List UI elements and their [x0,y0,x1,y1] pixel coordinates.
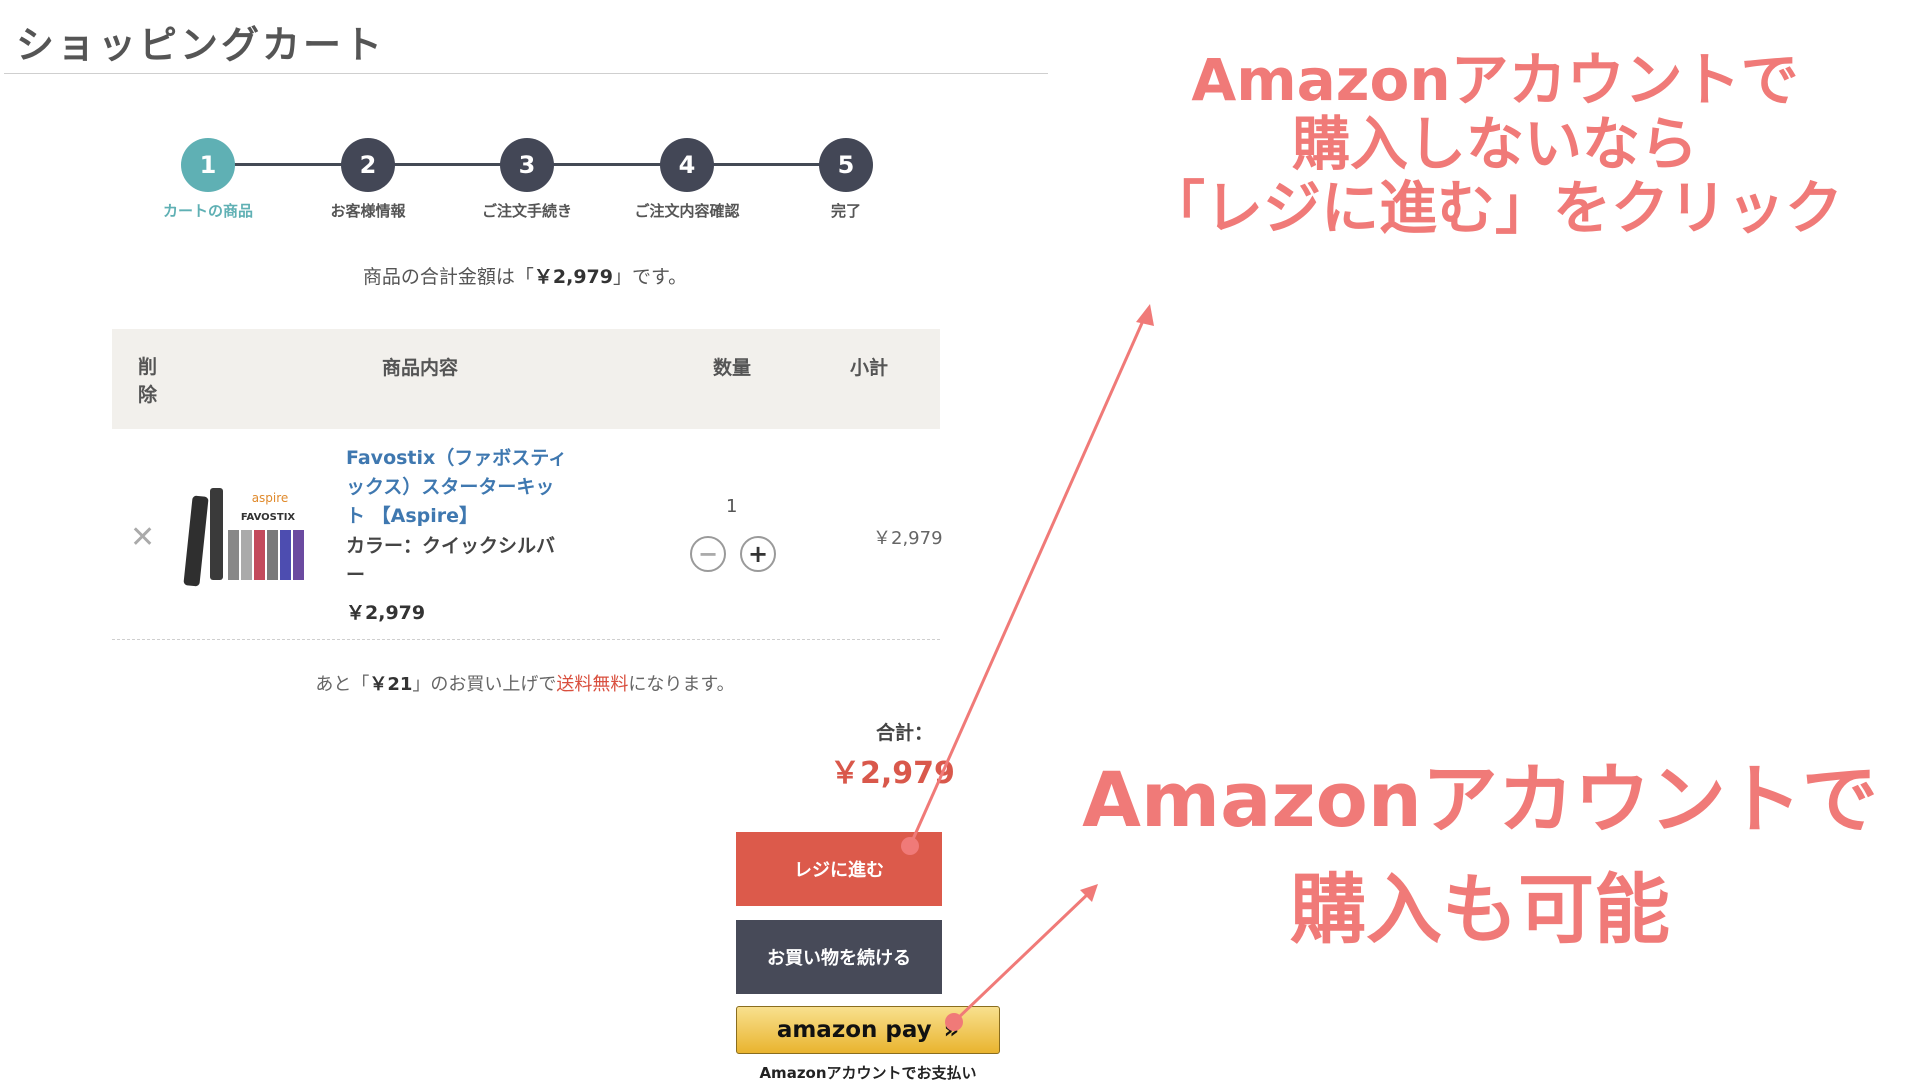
annotation-bottom-line-2: 購入も可能 [1290,865,1670,954]
step-2-circle: 2 [341,138,395,192]
column-header-subtotal: 小計 [850,357,889,379]
product-option: カラー：クイックシルバー [346,535,556,586]
annotation-top-line-2: 購入しないなら [1291,110,1698,178]
checkout-button[interactable]: レジに進む [736,832,942,906]
line-subtotal: ￥2,979 [873,528,943,549]
step-2-label: お客様情報 [330,202,406,220]
product-image[interactable]: aspire FAVOSTIX [182,478,312,590]
total-label: 合計： [876,722,934,744]
quantity-increase-button[interactable]: + [740,536,776,572]
annotation-top-line-3: 「レジに進む」をクリック [1146,174,1843,242]
remove-item-icon[interactable]: ✕ [130,520,155,555]
amazon-pay-button[interactable]: amazon pay » [736,1006,1000,1054]
product-price: ￥2,979 [346,602,426,624]
shipping-prefix: あと「 [315,674,370,695]
cart-total-message: 商品の合計金額は「￥2,979」です。 [0,262,1050,289]
step-1-circle: 1 [181,138,235,192]
summary-suffix: 」です。 [613,266,688,288]
annotation-top-line-1: Amazonアカウントで [1191,46,1799,114]
shipping-middle: 」のお買い上げで [412,674,557,695]
product-brand-text: aspire [252,491,289,505]
cart-table-header [112,329,940,429]
amazon-pay-logo: amazon pay [776,1017,932,1043]
column-header-delete: 削除 [138,356,158,406]
quantity-value: 1 [726,496,738,517]
step-5-circle: 5 [819,138,873,192]
summary-amount: ￥2,979 [533,266,613,288]
quantity-decrease-button[interactable]: − [690,536,726,572]
annotation-checkout-hint: Amazonアカウントで 購入しないなら 「レジに進む」をクリック [1070,48,1920,240]
step-4-label: ご注文内容確認 [634,202,740,220]
arrow-head-top [1136,304,1154,326]
annotation-amazon-hint: Amazonアカウントで 購入も可能 [1040,745,1920,965]
step-4-circle: 4 [660,138,714,192]
step-1-label: カートの商品 [162,202,253,220]
shipping-amount: ￥21 [369,674,413,695]
row-divider [112,639,940,640]
step-3-label: ご注文手続き [481,202,572,220]
title-divider [4,73,1048,74]
column-header-quantity: 数量 [713,357,752,379]
chevron-right-icon: » [943,1016,960,1044]
summary-prefix: 商品の合計金額は「 [362,266,534,288]
column-header-content: 商品内容 [382,357,459,379]
free-shipping-text: 送料無料 [556,674,629,695]
step-3-circle: 3 [500,138,554,192]
shipping-suffix: になります。 [628,674,735,695]
step-5-label: 完了 [830,202,861,220]
total-amount: ￥2,979 [830,756,955,791]
free-shipping-message: あと「￥21」のお買い上げで送料無料になります。 [0,670,1050,696]
product-model-text: FAVOSTIX [241,512,296,523]
continue-shopping-button[interactable]: お買い物を続ける [736,920,942,994]
product-name-link[interactable]: Favostix（ファボスティックス）スターターキット 【Aspire】 [346,444,572,531]
annotation-bottom-line-1: Amazonアカウントで [1082,755,1878,844]
page-title: ショッピングカート [16,23,386,67]
